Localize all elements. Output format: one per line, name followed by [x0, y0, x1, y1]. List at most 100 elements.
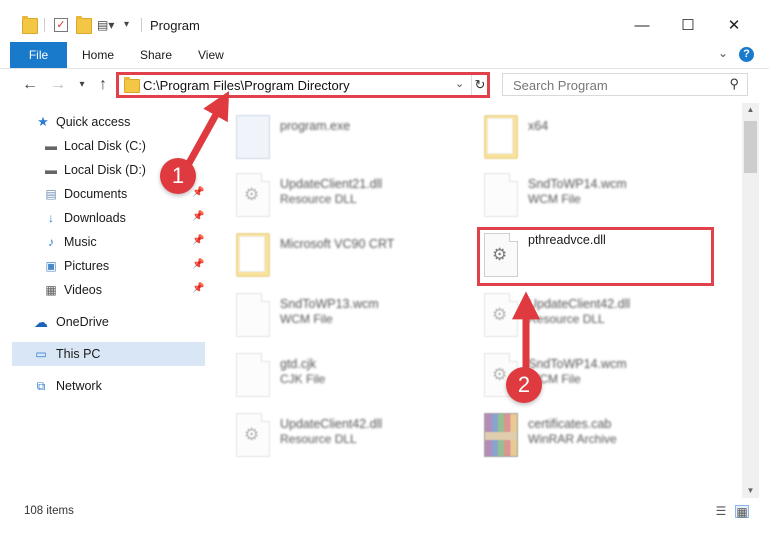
address-bar[interactable]: C:\Program Files\Program Directory ⌄ ↻ [116, 72, 490, 98]
tab-view[interactable]: View [198, 42, 224, 68]
refresh-button[interactable]: ↻ [471, 75, 488, 95]
sidebar-item-label: Quick access [56, 115, 131, 129]
file-type: Resource DLL [280, 192, 357, 206]
chevron-down-icon[interactable]: ▾ [124, 18, 138, 32]
exe-icon [236, 115, 270, 159]
sidebar-item-quick-access[interactable]: ★ Quick access [12, 110, 205, 134]
file-name: certificates.cab [528, 417, 612, 431]
tab-share[interactable]: Share [140, 42, 172, 68]
window-title: Program [150, 18, 200, 33]
documents-icon: ▤ [45, 187, 57, 201]
chevron-down-icon[interactable]: ⌄ [455, 77, 464, 90]
sidebar-item-downloads[interactable]: ↓ Downloads 📌 [12, 206, 205, 230]
file-item[interactable]: SndToWP14.wcm WCM File [478, 167, 718, 223]
tab-home[interactable]: Home [82, 42, 114, 68]
sidebar-item-label: Documents [64, 187, 128, 201]
file-name: gtd.cjk [280, 357, 317, 371]
dll-icon: ⚙ [236, 413, 270, 457]
minimize-button[interactable]: — [619, 10, 665, 42]
new-folder-icon[interactable] [76, 16, 92, 34]
scroll-thumb[interactable] [744, 121, 757, 173]
sidebar-item-network[interactable]: ⧉ Network [12, 374, 205, 398]
file-name: SndToWP13.wcm [280, 297, 379, 311]
file-item[interactable]: SndToWP13.wcm WCM File [230, 287, 470, 343]
separator [44, 18, 45, 32]
file-name: x64 [528, 119, 549, 133]
close-button[interactable]: ✕ [711, 10, 757, 42]
sidebar-item-label: Local Disk (C:) [64, 139, 146, 153]
file-name: UpdateClient42.dll [528, 297, 631, 311]
sidebar-item-music[interactable]: ♪ Music 📌 [12, 230, 205, 254]
file-item[interactable]: program.exe [230, 109, 470, 165]
file-item[interactable]: certificates.cab WinRAR Archive [478, 407, 718, 463]
pin-icon[interactable]: 📌 [192, 259, 204, 270]
sidebar-item-pictures[interactable]: ▣ Pictures 📌 [12, 254, 205, 278]
archive-icon [484, 413, 518, 457]
expand-ribbon-icon[interactable]: ⌄ [718, 46, 728, 60]
forward-button[interactable]: → [48, 75, 68, 95]
file-item[interactable]: ⚙ UpdateClient21.dll Resource DLL [230, 167, 470, 223]
drive-icon: ▬ [45, 139, 57, 153]
customize-toolbar-icon[interactable]: ▤▾ [97, 18, 114, 32]
separator [141, 18, 142, 32]
sidebar-item-onedrive[interactable]: ☁ OneDrive [12, 310, 205, 334]
file-name: program.exe [280, 119, 351, 133]
search-icon: ⚲ [729, 76, 739, 91]
file-item[interactable]: gtd.cjk CJK File [230, 347, 470, 403]
sidebar-item-label: Videos [64, 283, 102, 297]
title-bar: ✓ ▤▾ ▾ Program — ☐ ✕ [0, 0, 769, 42]
sidebar-item-label: Local Disk (D:) [64, 163, 146, 177]
pin-icon[interactable]: 📌 [192, 187, 204, 198]
maximize-button[interactable]: ☐ [665, 10, 711, 42]
pictures-icon: ▣ [45, 259, 57, 273]
file-name: SndToWP14.wcm [528, 357, 627, 371]
tab-file[interactable]: File [10, 42, 67, 68]
sidebar-item-label: Downloads [64, 211, 126, 225]
sidebar-item-videos[interactable]: ▦ Videos 📌 [12, 278, 205, 302]
ribbon-tabs: File Home Share View ⌄ ? [0, 42, 769, 69]
sidebar-item-local-disk-c[interactable]: ▬ Local Disk (C:) [12, 134, 205, 158]
file-item[interactable]: Microsoft VC90 CRT [230, 227, 470, 283]
address-path: C:\Program Files\Program Directory [143, 78, 350, 93]
step-1-badge: 1 [160, 158, 196, 194]
file-item[interactable]: x64 [478, 109, 718, 165]
sidebar-item-this-pc[interactable]: ▭ This PC [12, 342, 205, 366]
vertical-scrollbar[interactable]: ▲ ▼ [742, 103, 759, 498]
search-input[interactable]: Search Program ⚲ [502, 73, 748, 96]
drive-icon: ▬ [45, 163, 57, 177]
file-item[interactable]: ⚙ UpdateClient42.dll Resource DLL [478, 287, 718, 343]
recent-locations-button[interactable]: ▾ [72, 75, 92, 95]
file-name: UpdateClient21.dll [280, 177, 383, 191]
file-type: WinRAR Archive [528, 432, 617, 446]
pin-icon[interactable]: 📌 [192, 211, 204, 222]
music-icon: ♪ [48, 235, 54, 249]
file-list: program.exe x64 ⚙ UpdateClient21.dll Res… [206, 103, 742, 498]
folder-icon [124, 77, 140, 93]
document-icon [484, 173, 518, 217]
computer-icon: ▭ [35, 347, 47, 361]
videos-icon: ▦ [45, 283, 57, 297]
document-icon [236, 353, 270, 397]
folder-icon [236, 233, 270, 277]
cloud-icon: ☁ [34, 314, 48, 330]
star-icon: ★ [37, 114, 49, 129]
sidebar-item-label: Network [56, 379, 102, 393]
help-icon[interactable]: ? [739, 47, 754, 62]
network-icon: ⧉ [36, 379, 46, 393]
properties-icon[interactable]: ✓ [54, 18, 68, 32]
up-button[interactable]: ↑ [93, 75, 113, 95]
file-item[interactable]: ⚙ UpdateClient42.dll Resource DLL [230, 407, 470, 463]
file-type: Resource DLL [528, 312, 605, 326]
file-name: Microsoft VC90 CRT [280, 237, 395, 251]
pin-icon[interactable]: 📌 [192, 283, 204, 294]
scroll-down-button[interactable]: ▼ [742, 484, 759, 498]
back-button[interactable]: ← [20, 75, 40, 95]
folder-icon [22, 16, 38, 34]
sidebar-item-label: OneDrive [56, 315, 109, 329]
dll-icon: ⚙ [484, 293, 518, 337]
details-view-icon[interactable]: ☰ [714, 505, 728, 518]
scroll-up-button[interactable]: ▲ [742, 103, 759, 117]
pin-icon[interactable]: 📌 [192, 235, 204, 246]
large-icons-view-icon[interactable]: ▦ [735, 505, 749, 519]
item-count: 108 items [24, 505, 74, 517]
